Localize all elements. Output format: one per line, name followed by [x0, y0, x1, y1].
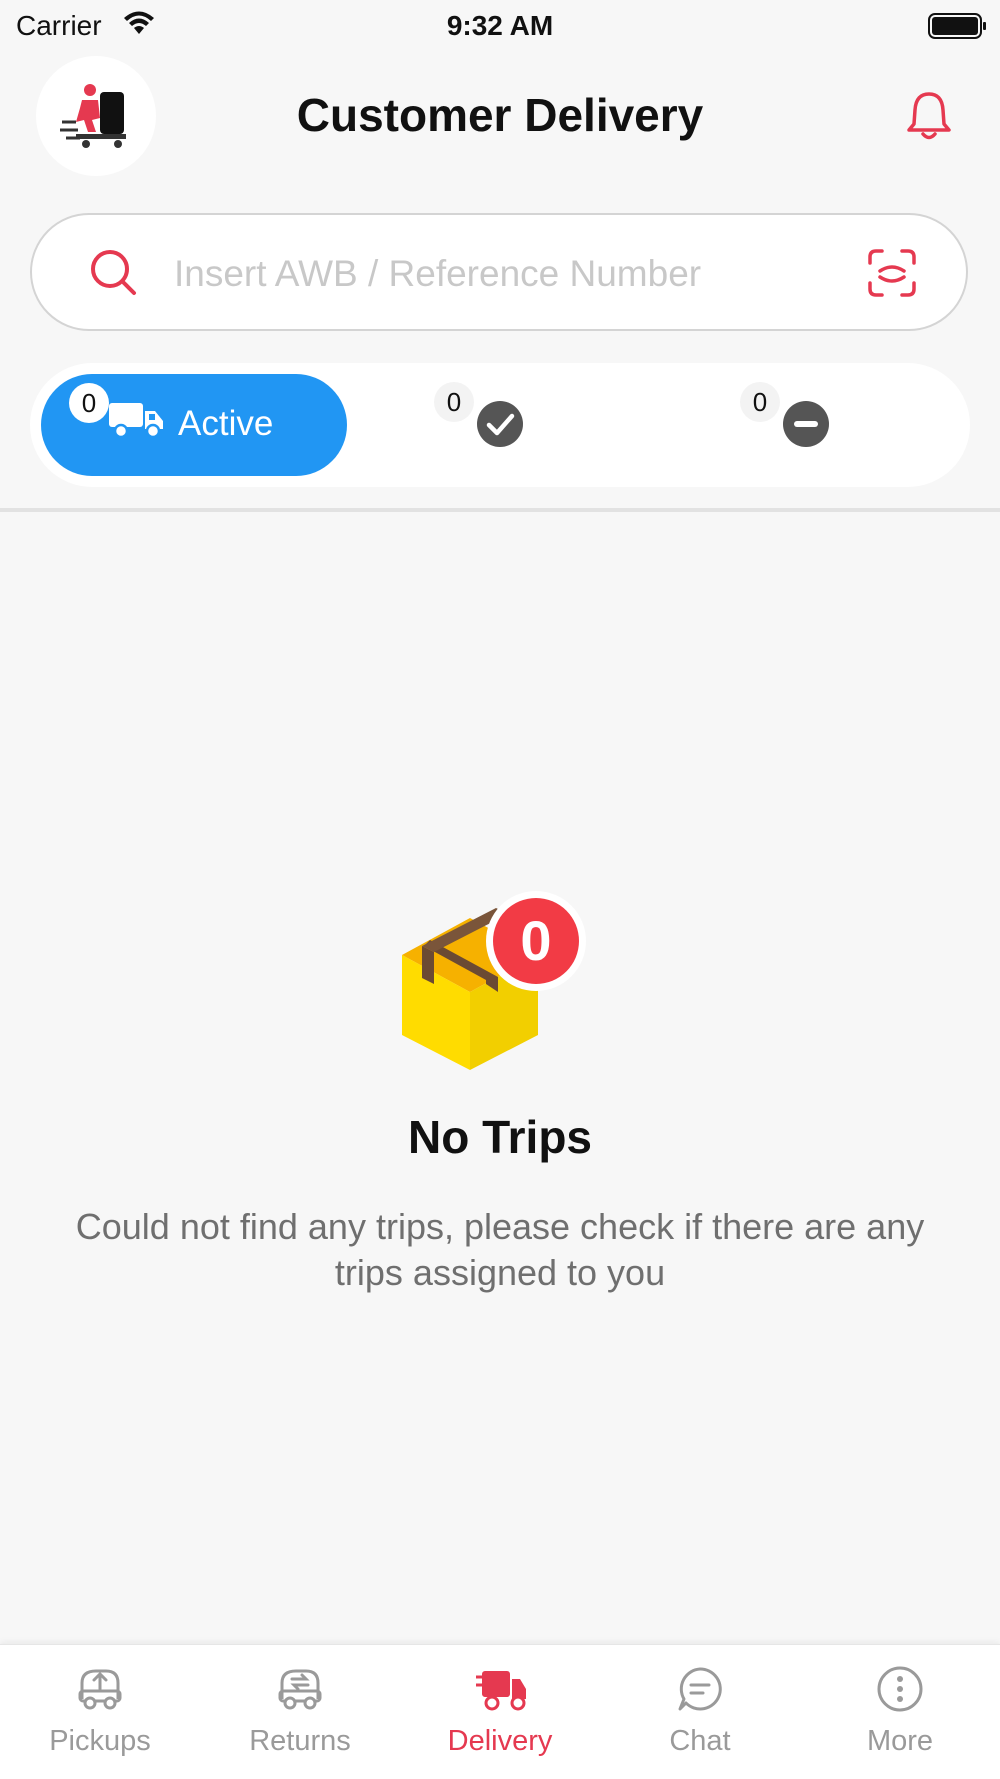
- search-input[interactable]: [172, 243, 856, 305]
- chat-icon: [678, 1667, 722, 1711]
- tab-pickups[interactable]: Pickups: [0, 1645, 200, 1779]
- tab-completed[interactable]: 0: [430, 374, 570, 476]
- tab-active[interactable]: 0 Active: [41, 374, 347, 476]
- clock: 9:32 AM: [446, 10, 554, 41]
- more-icon: [877, 1666, 923, 1712]
- battery-icon: [928, 12, 988, 45]
- page-title: Customer Delivery: [296, 89, 704, 141]
- divider: [0, 508, 1000, 512]
- app-header: Customer Delivery: [0, 52, 1000, 182]
- search-bar[interactable]: [30, 213, 968, 331]
- tab-chat-label: Chat: [669, 1725, 731, 1757]
- bell-icon[interactable]: [906, 90, 952, 147]
- tab-more[interactable]: More: [800, 1645, 1000, 1779]
- trip-status-tabs: 0 Active 0 0: [30, 363, 970, 487]
- tab-pickups-label: Pickups: [49, 1725, 151, 1757]
- tab-active-label: Active: [178, 404, 274, 443]
- tab-more-label: More: [866, 1725, 934, 1757]
- tab-chat[interactable]: Chat: [600, 1645, 800, 1779]
- search-icon[interactable]: [88, 247, 140, 304]
- tab-delivery[interactable]: Delivery: [400, 1645, 600, 1779]
- active-count-badge: 0: [69, 383, 109, 423]
- cancelled-count-badge: 0: [740, 382, 780, 422]
- tab-delivery-label: Delivery: [447, 1725, 553, 1757]
- empty-badge-count: 0: [520, 909, 551, 972]
- empty-state-message: Could not find any trips, please check i…: [75, 1206, 925, 1293]
- tab-returns-label: Returns: [249, 1725, 351, 1757]
- delivery-truck-icon: [476, 1671, 526, 1711]
- tab-cancelled[interactable]: 0: [736, 374, 876, 476]
- pickup-truck-icon: [78, 1669, 122, 1710]
- completed-count-badge: 0: [434, 382, 474, 422]
- truck-icon: [109, 401, 165, 444]
- bottom-tab-bar: Pickups Returns Delivery Chat More: [0, 1644, 1000, 1779]
- empty-state-illustration: 0: [400, 880, 600, 1085]
- tab-returns[interactable]: Returns: [200, 1645, 400, 1779]
- returns-truck-icon: [278, 1669, 322, 1710]
- empty-state-title: No Trips: [407, 1111, 593, 1163]
- scan-icon[interactable]: [866, 247, 918, 304]
- status-bar: Carrier 9:32 AM: [0, 0, 1000, 52]
